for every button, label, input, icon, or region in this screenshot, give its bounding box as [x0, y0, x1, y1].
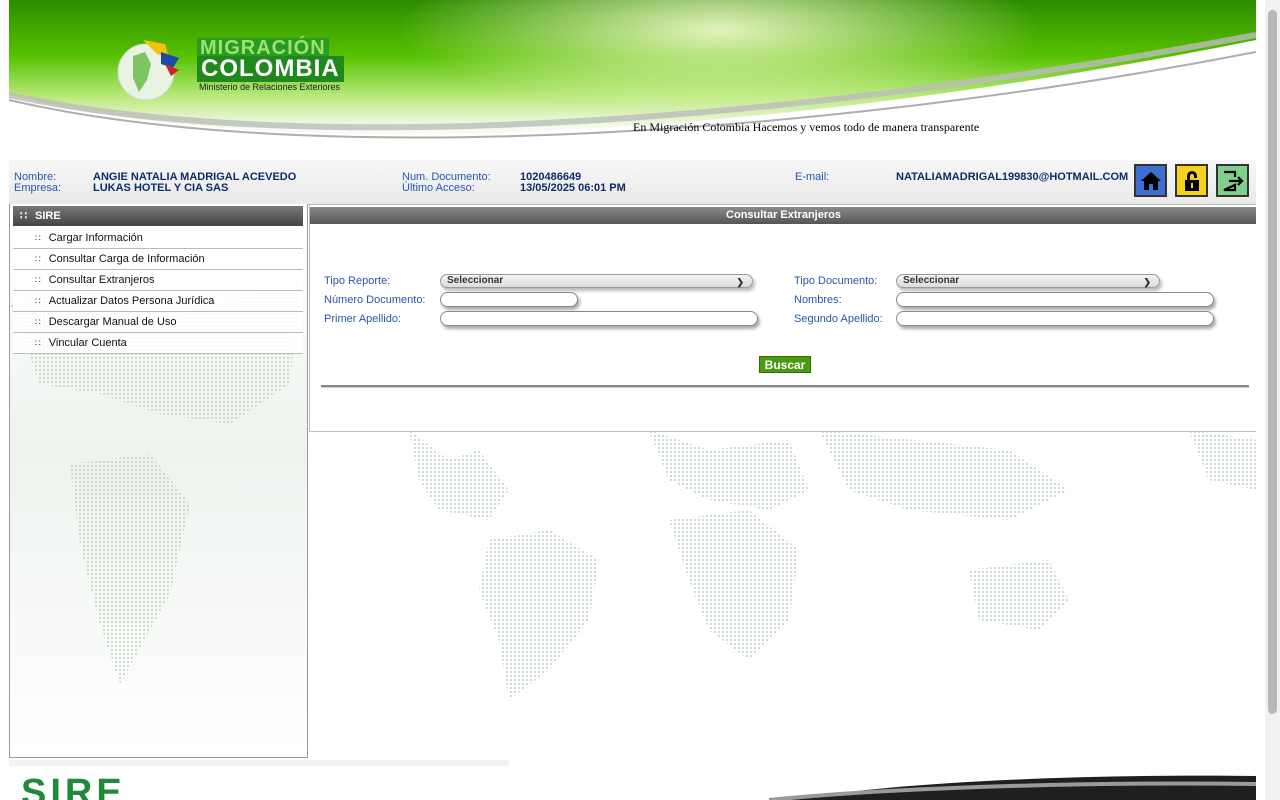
page: MIGRACIÓN COLOMBIA Ministerio de Relacio… — [9, 0, 1256, 800]
logout-button[interactable] — [1216, 164, 1249, 197]
numero-documento-input[interactable] — [440, 292, 578, 307]
sidebar-item-consultar-extranjeros[interactable]: ∷ Consultar Extranjeros — [13, 270, 303, 291]
home-icon — [1140, 171, 1161, 190]
tipo-reporte-label: Tipo Reporte: — [324, 275, 391, 287]
bullet-dots-icon: ∷ — [35, 317, 41, 327]
buscar-button[interactable]: Buscar — [759, 356, 811, 373]
bullet-dots-icon: ∷ — [35, 275, 41, 285]
lock-icon — [1184, 170, 1199, 191]
ultimo-acceso-label: Último Acceso: — [402, 182, 475, 194]
logo-ministerio-text: Ministerio de Relaciones Exteriores — [199, 82, 341, 92]
segundo-apellido-label: Segundo Apellido: — [794, 313, 883, 325]
ultimo-acceso-value: 13/05/2025 06:01 PM — [520, 182, 626, 194]
tipo-documento-value: Seleccionar — [903, 275, 960, 286]
bullet-dots-icon: ∷ — [35, 296, 41, 306]
sidebar-item-label: Consultar Extranjeros — [48, 274, 155, 286]
sidebar-item-label: Consultar Carga de Información — [48, 253, 205, 265]
sidebar-item-descargar-manual[interactable]: ∷ Descargar Manual de Uso — [13, 312, 303, 333]
logo-colombia-text: COLOMBIA — [197, 56, 344, 82]
chevron-down-icon: ❯ — [1143, 277, 1151, 287]
numero-documento-label: Número Documento: — [324, 294, 426, 306]
tipo-reporte-select[interactable]: Seleccionar ❯ — [440, 274, 753, 288]
chevron-down-icon: ❯ — [736, 277, 744, 287]
sidebar-title: SIRE — [35, 210, 61, 222]
nombres-label: Nombres: — [794, 294, 842, 306]
tipo-reporte-value: Seleccionar — [447, 275, 504, 286]
sidebar-item-label: Vincular Cuenta — [48, 337, 127, 349]
sidebar: ∷ SIRE ∷ Cargar Información ∷ Consultar Car… — [9, 204, 308, 758]
globe-icon — [117, 40, 179, 100]
primer-apellido-label: Primer Apellido: — [324, 313, 402, 325]
tipo-documento-select[interactable]: Seleccionar ❯ — [896, 274, 1160, 288]
email-label: E-mail: — [795, 171, 830, 183]
nombres-input[interactable] — [896, 292, 1214, 307]
bullet-dots-icon: ∷ — [35, 233, 41, 243]
footer-swoosh — [9, 760, 1256, 800]
sidebar-item-label: Actualizar Datos Persona Jurídica — [48, 295, 215, 307]
empresa-label: Empresa: — [14, 182, 62, 194]
empresa-value: LUKAS HOTEL Y CIA SAS — [93, 182, 229, 194]
header-banner: MIGRACIÓN COLOMBIA Ministerio de Relacio… — [9, 0, 1256, 160]
sidebar-item-vincular-cuenta[interactable]: ∷ Vincular Cuenta — [13, 333, 303, 354]
divider — [321, 385, 1249, 388]
consultar-extranjeros-panel: Consultar Extranjeros Tipo Reporte: Sele… — [309, 204, 1256, 432]
page-margin — [0, 0, 9, 800]
segundo-apellido-input[interactable] — [896, 311, 1214, 326]
sidebar-item-label: Descargar Manual de Uso — [48, 316, 177, 328]
page-scrollbar[interactable] — [1265, 0, 1280, 800]
sire-footer-logo: SIRE — [21, 772, 126, 800]
home-button[interactable] — [1134, 164, 1167, 197]
migracion-logo: MIGRACIÓN COLOMBIA Ministerio de Relacio… — [113, 26, 353, 100]
logout-icon — [1223, 170, 1244, 191]
sidebar-header: ∷ SIRE — [13, 206, 303, 226]
user-info-bar: Nombre: ANGIE NATALIA MADRIGAL ACEVEDO E… — [9, 160, 1256, 205]
sidebar-item-actualizar-datos[interactable]: ∷ Actualizar Datos Persona Jurídica — [13, 291, 303, 312]
scrollbar-thumb[interactable] — [1268, 10, 1277, 714]
panel-title: Consultar Extranjeros — [310, 207, 1256, 224]
sidebar-item-consultar-carga[interactable]: ∷ Consultar Carga de Información — [13, 249, 303, 270]
drag-dots-icon: ∷ — [20, 210, 27, 222]
sidebar-item-cargar-informacion[interactable]: ∷ Cargar Información — [13, 228, 303, 249]
sidebar-item-label: Cargar Información — [48, 232, 143, 244]
tipo-documento-label: Tipo Documento: — [794, 275, 878, 287]
bullet-dots-icon: ∷ — [35, 338, 41, 348]
bullet-dots-icon: ∷ — [35, 254, 41, 264]
primer-apellido-input[interactable] — [440, 311, 758, 326]
email-value: NATALIAMADRIGAL199830@HOTMAIL.COM — [896, 171, 1129, 183]
tagline: En Migración Colombia Hacemos y vemos to… — [633, 120, 980, 134]
lock-button[interactable] — [1175, 164, 1208, 197]
